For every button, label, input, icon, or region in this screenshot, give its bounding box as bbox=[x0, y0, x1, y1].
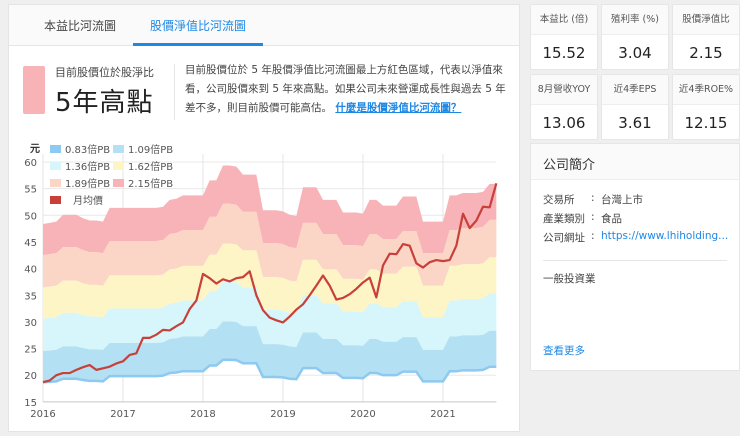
metric-value: 13.06 bbox=[542, 114, 586, 132]
metric-value: 12.15 bbox=[684, 114, 728, 132]
y-tick-label: 25 bbox=[24, 345, 37, 356]
y-tick-label: 45 bbox=[24, 238, 37, 249]
row-value: 台灣上市 bbox=[601, 194, 643, 206]
legend-swatch bbox=[50, 196, 61, 204]
row-key: 交易所 bbox=[543, 194, 575, 206]
business-description: 一般投資業 bbox=[543, 273, 596, 285]
tab-pe-river[interactable]: 本益比河流圖 bbox=[27, 5, 133, 46]
profile-row-industry: 產業類別: 食品 bbox=[531, 211, 739, 230]
y-tick-label: 40 bbox=[24, 265, 37, 276]
x-tick-label: 2018 bbox=[190, 409, 215, 420]
metric-label: 8月營收YOY bbox=[531, 75, 597, 105]
x-tick-label: 2019 bbox=[270, 409, 295, 420]
company-profile: 公司簡介 交易所: 台灣上市 產業類別: 食品 公司網址: https://www.l… bbox=[530, 143, 740, 371]
metric-value: 2.15 bbox=[689, 44, 723, 62]
profile-row-exchange: 交易所: 台灣上市 bbox=[531, 192, 739, 211]
metric-label: 本益比 (倍) bbox=[531, 5, 597, 35]
tab-pb-river[interactable]: 股價淨值比河流圖 bbox=[133, 5, 264, 46]
metric-card-yield: 殖利率 (%) 3.04 bbox=[601, 4, 669, 70]
legend-label: 1.89倍PB bbox=[65, 177, 110, 190]
legend-label: 1.36倍PB bbox=[65, 160, 110, 173]
y-tick-label: 60 bbox=[24, 158, 37, 169]
website-link[interactable]: https://www.lhiholding... bbox=[601, 230, 731, 249]
profile-row-website: 公司網址: https://www.lhiholding... bbox=[531, 230, 739, 249]
legend-swatch bbox=[50, 179, 61, 187]
y-tick-label: 30 bbox=[24, 318, 37, 329]
metric-label: 近4季ROE% bbox=[673, 75, 739, 105]
profile-title: 公司簡介 bbox=[531, 144, 739, 180]
legend-swatch bbox=[113, 179, 124, 187]
legend-label: 1.62倍PB bbox=[128, 160, 173, 173]
row-key: 公司網址 bbox=[543, 232, 585, 244]
y-tick-label: 15 bbox=[24, 398, 37, 409]
metric-card-revenue-yoy: 8月營收YOY 13.06 bbox=[530, 74, 598, 140]
metric-card-eps: 近4季EPS 3.61 bbox=[601, 74, 669, 140]
y-axis-label: 元 bbox=[30, 143, 40, 155]
summary-label: 目前股價位於股淨比 bbox=[55, 66, 154, 79]
metric-card-pe: 本益比 (倍) 15.52 bbox=[530, 4, 598, 70]
metric-label: 近4季EPS bbox=[602, 75, 668, 105]
tab-bar: 本益比河流圖 股價淨值比河流圖 bbox=[9, 5, 519, 46]
y-tick-label: 35 bbox=[24, 291, 37, 302]
legend-swatch bbox=[50, 145, 61, 153]
y-tick-label: 50 bbox=[24, 211, 37, 222]
legend-label: 2.15倍PB bbox=[128, 177, 173, 190]
divider bbox=[543, 260, 727, 261]
row-value: 食品 bbox=[601, 213, 622, 225]
level-swatch bbox=[23, 66, 45, 114]
metric-value: 3.04 bbox=[618, 44, 652, 62]
x-tick-label: 2021 bbox=[430, 409, 455, 420]
y-tick-label: 55 bbox=[24, 185, 37, 196]
metric-value: 15.52 bbox=[542, 44, 586, 62]
see-more-link[interactable]: 查看更多 bbox=[543, 343, 585, 358]
metric-value: 3.61 bbox=[618, 114, 652, 132]
x-tick-label: 2016 bbox=[30, 409, 55, 420]
legend-swatch bbox=[50, 162, 61, 170]
legend-swatch bbox=[113, 162, 124, 170]
y-tick-label: 20 bbox=[24, 371, 37, 382]
summary-level: 5年高點 bbox=[55, 88, 154, 118]
metric-card-roe: 近4季ROE% 12.15 bbox=[672, 74, 740, 140]
valuation-summary: 目前股價位於股淨比 5年高點 目前股價位於 5 年股價淨值比河流圖最上方紅色區域… bbox=[9, 46, 519, 132]
x-tick-label: 2017 bbox=[110, 409, 135, 420]
row-key: 產業類別 bbox=[543, 213, 585, 225]
what-is-pb-river-link[interactable]: 什麼是股價淨值比河流圖？ bbox=[335, 102, 461, 114]
legend-label: 1.09倍PB bbox=[128, 143, 173, 156]
pb-river-chart: 15 20 25 30 35 40 45 50 55 60 2016 2017 2018 2019 2020… bbox=[24, 143, 498, 420]
metric-label: 殖利率 (%) bbox=[602, 5, 668, 35]
metric-card-pb: 股價淨值比 2.15 bbox=[672, 4, 740, 70]
metric-label: 股價淨值比 bbox=[673, 5, 739, 35]
x-tick-label: 2020 bbox=[350, 409, 375, 420]
legend-label: 月均價 bbox=[73, 194, 103, 207]
legend-swatch bbox=[113, 145, 124, 153]
legend-label: 0.83倍PB bbox=[65, 143, 110, 156]
